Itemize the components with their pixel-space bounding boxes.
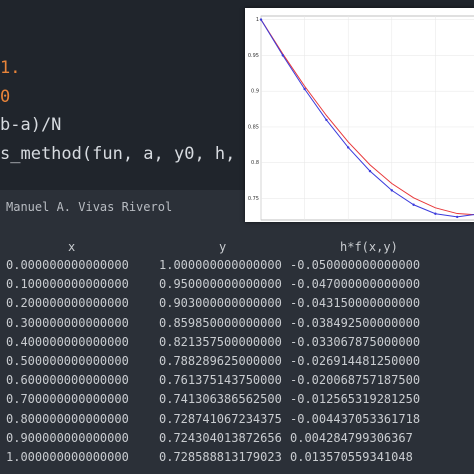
- cell-y: 0.761375143750000: [159, 373, 282, 388]
- cell-hf: -0.020068757187500: [290, 373, 421, 388]
- table-row: 0.200000000000000 0.903000000000000 -0.043…: [0, 296, 474, 315]
- series-line: [260, 19, 474, 216]
- data-point: [325, 118, 328, 122]
- table-row: 0.900000000000000 0.724304013872656 0.0042…: [0, 431, 474, 450]
- y-tick-label: 1: [256, 17, 259, 23]
- cell-x: 0.400000000000000: [6, 334, 129, 349]
- cell-y: 0.903000000000000: [159, 296, 282, 311]
- data-point: [303, 87, 306, 91]
- code-fragment: 1.: [0, 58, 21, 78]
- cell-y: 0.728588813179023: [159, 450, 282, 464]
- cell-y: 0.950000000000000: [159, 277, 282, 292]
- cell-hf: 0.004284799306367: [290, 430, 413, 445]
- column-header-y: y: [219, 240, 227, 254]
- cell-hf: -0.004437053361718: [290, 411, 421, 426]
- table-row: 0.800000000000000 0.728741067234375 -0.004…: [0, 412, 474, 431]
- cell-y: 0.741306386562500: [159, 392, 282, 407]
- code-fragment: b-a)/N: [0, 115, 62, 135]
- cell-x: 0.100000000000000: [6, 277, 129, 292]
- cell-x: 0.500000000000000: [6, 354, 129, 368]
- cell-hf: -0.047000000000000: [290, 277, 421, 292]
- table-row: 0.500000000000000 0.788289625000000 -0.026…: [0, 354, 474, 373]
- data-point: [412, 203, 415, 206]
- cell-x: 0.600000000000000: [6, 373, 129, 388]
- cell-y: 0.859850000000000: [159, 315, 282, 330]
- cell-x: 0.800000000000000: [6, 411, 129, 426]
- table-row: 0.600000000000000 0.761375143750000 -0.020…: [0, 373, 474, 392]
- data-point: [281, 54, 284, 57]
- y-tick-label: 0.9: [251, 89, 259, 95]
- chart: 00.20.40.60.80.750.80.850.90.951: [248, 15, 474, 221]
- code-fragment: 0: [0, 87, 11, 107]
- data-point: [259, 18, 263, 21]
- table-row: 0.100000000000000 0.950000000000000 -0.047…: [0, 277, 474, 296]
- cell-hf: -0.050000000000000: [290, 258, 421, 272]
- cell-hf: -0.043150000000000: [290, 296, 421, 311]
- cell-hf: -0.033067875000000: [290, 334, 421, 349]
- table-row: 0.700000000000000 0.741306386562500 -0.012…: [0, 392, 474, 411]
- code-line: b-a)/N: [0, 115, 61, 135]
- data-point: [456, 215, 459, 219]
- cell-hf: -0.038492500000000: [290, 315, 421, 330]
- plot-frame: [260, 15, 474, 221]
- cell-x: 0.300000000000000: [6, 315, 129, 330]
- column-header-x: x: [68, 240, 76, 254]
- code-fragment: s_method(fun, a, y0, h, b): [0, 144, 267, 164]
- data-point: [434, 212, 437, 215]
- table-row: 0.300000000000000 0.859850000000000 -0.038…: [0, 316, 474, 335]
- cell-x: 0.200000000000000: [6, 296, 129, 311]
- y-tick-label: 0.85: [248, 124, 259, 130]
- cell-x: 0.700000000000000: [6, 392, 129, 407]
- column-header-hf: h*f(x,y): [340, 240, 398, 254]
- y-tick-label: 0.75: [248, 196, 259, 202]
- y-tick-label: 0.95: [248, 53, 259, 59]
- code-line: 1.: [0, 58, 20, 78]
- cell-y: 0.821357500000000: [159, 334, 282, 349]
- series-line: [260, 19, 474, 218]
- table-row: 0.400000000000000 0.821357500000000 -0.033…: [0, 335, 474, 354]
- cell-y: 1.000000000000000: [159, 258, 282, 272]
- table-row: 1.000000000000000 0.728588813179023 0.0135…: [0, 450, 474, 469]
- cell-hf: -0.012565319281250: [290, 392, 421, 407]
- cell-y: 0.728741067234375: [159, 411, 282, 426]
- cell-x: 0.000000000000000: [6, 258, 129, 272]
- cell-x: 0.900000000000000: [6, 430, 129, 445]
- cell-y: 0.788289625000000: [159, 354, 282, 368]
- cell-hf: -0.026914481250000: [290, 354, 421, 368]
- code-line: s_method(fun, a, y0, h, b): [0, 144, 266, 164]
- cell-x: 1.000000000000000: [6, 450, 129, 464]
- author-name: Manuel A. Vivas Riverol: [6, 200, 173, 214]
- table-row: 0.000000000000000 1.000000000000000 -0.050…: [0, 258, 474, 277]
- data-point: [390, 189, 393, 192]
- cell-hf: 0.013570559341048: [290, 450, 413, 464]
- data-point: [347, 146, 350, 149]
- data-point: [368, 169, 372, 173]
- plot-window[interactable]: 00.20.40.60.80.750.80.850.90.951: [245, 8, 474, 222]
- code-line: 0: [0, 87, 10, 107]
- cell-y: 0.724304013872656: [159, 430, 282, 445]
- y-tick-label: 0.8: [251, 160, 259, 166]
